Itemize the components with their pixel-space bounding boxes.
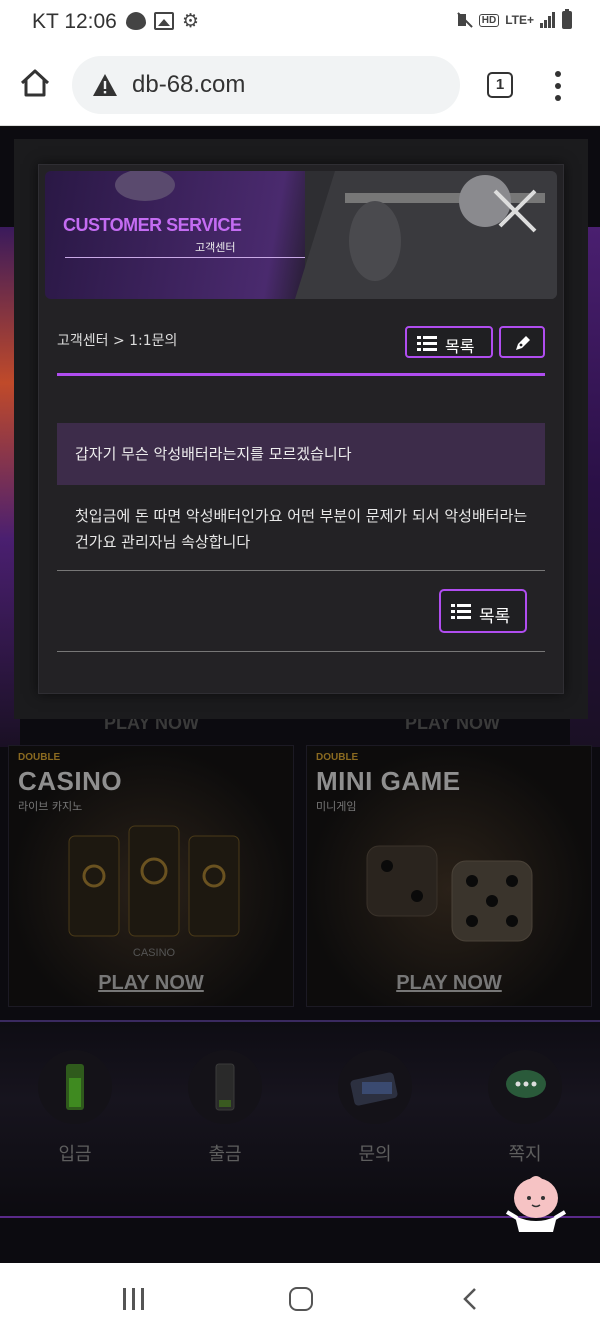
hd-badge: HD [478, 13, 500, 27]
casino-card[interactable]: DOUBLE CASINO 라이브 카지노 CASINO PLAY NOW [8, 745, 294, 1007]
kakaotalk-icon [126, 12, 146, 30]
vibrate-mute-icon [455, 11, 473, 29]
system-navigation-bar [0, 1263, 600, 1333]
quick-withdraw[interactable]: 출금 [187, 1050, 263, 1166]
footer-divider [57, 651, 545, 652]
list-button-label: 목록 [445, 337, 475, 356]
quick-inquiry[interactable]: 문의 [337, 1050, 413, 1166]
inquiry-modal: CUSTOMER SERVICE 고객센터 고객센터 > 1:1문의 목록 갑자… [38, 164, 564, 694]
quick-deposit[interactable]: 입금 [37, 1050, 113, 1166]
home-icon[interactable] [18, 66, 52, 100]
quick-message[interactable]: 쪽지 [487, 1050, 563, 1166]
casino-cards-icon: CASINO [68, 825, 240, 959]
list-button-label: 목록 [479, 607, 511, 627]
banner-title: CUSTOMER SERVICE [63, 215, 242, 235]
tab-switcher-button[interactable]: 1 [487, 72, 513, 98]
content-divider [57, 570, 545, 571]
battery-icon [562, 9, 572, 29]
svg-text:CASINO: CASINO [133, 947, 176, 959]
list-button[interactable]: 목록 [405, 326, 493, 358]
subject-bar: 갑자기 무슨 악성배터라는지를 모르겠습니다 [57, 423, 545, 485]
back-icon[interactable] [462, 1287, 478, 1311]
quick-label: 입금 [58, 1144, 92, 1165]
battery-empty-icon [188, 1050, 262, 1124]
pen-icon [516, 336, 530, 350]
quick-label: 출금 [208, 1144, 242, 1165]
clock: 12:06 [64, 10, 117, 33]
banner-underline [65, 257, 305, 258]
list-icon [451, 604, 471, 619]
battery-full-icon [38, 1050, 112, 1124]
mini-game-card[interactable]: DOUBLE MINI GAME 미니게임 PLAY NOW [306, 745, 592, 1007]
recent-apps-icon[interactable] [123, 1288, 145, 1310]
browser-toolbar: db-68.com 1 [0, 44, 600, 126]
quick-label: 쪽지 [508, 1144, 542, 1165]
play-now-link[interactable]: PLAY NOW [307, 972, 591, 995]
game-subtitle: 라이브 카지노 [18, 800, 83, 813]
header-divider [57, 373, 545, 376]
address-bar[interactable]: db-68.com [72, 56, 460, 114]
system-icons: HD LTE+ [455, 9, 572, 29]
peach-mascot-icon[interactable] [505, 1172, 567, 1238]
status-bar: KT 12:06 ⚙ HD LTE+ [0, 0, 600, 44]
list-icon [417, 336, 437, 351]
carrier-label: KT [32, 10, 59, 33]
inquiry-content: 첫입금에 돈 따면 악성배터인가요 어떤 부분이 문제가 되서 악성배터라는건가… [75, 507, 528, 551]
warning-icon[interactable] [92, 73, 118, 97]
dice-icon [366, 845, 533, 942]
image-icon [154, 12, 174, 30]
home-button-icon[interactable] [289, 1287, 313, 1311]
breadcrumb: 고객센터 > 1:1문의 [57, 333, 178, 349]
play-now-link[interactable]: PLAY NOW [9, 972, 293, 995]
url-text[interactable]: db-68.com [132, 71, 245, 99]
carrier-time: KT 12:06 [32, 10, 117, 34]
game-title: MINI GAME [316, 766, 461, 796]
game-title: CASINO [18, 766, 123, 796]
game-badge: DOUBLE [18, 752, 61, 763]
quick-label: 문의 [358, 1144, 392, 1165]
notification-icons: ⚙ [126, 10, 202, 32]
inquiry-subject: 갑자기 무슨 악성배터라는지를 모르겠습니다 [75, 445, 352, 463]
chat-bubble-icon [488, 1050, 562, 1124]
customer-service-banner: CUSTOMER SERVICE 고객센터 [45, 171, 557, 299]
overflow-menu-icon[interactable] [548, 71, 568, 101]
list-button-bottom[interactable]: 목록 [439, 589, 527, 633]
card-icon [338, 1050, 412, 1124]
gear-icon: ⚙ [182, 10, 200, 32]
game-badge: DOUBLE [316, 752, 359, 763]
game-subtitle: 미니게임 [316, 800, 357, 813]
banner-subtitle: 고객센터 [195, 241, 236, 254]
network-type: LTE+ [505, 13, 534, 27]
signal-icon [540, 12, 556, 28]
write-button[interactable] [499, 326, 545, 358]
